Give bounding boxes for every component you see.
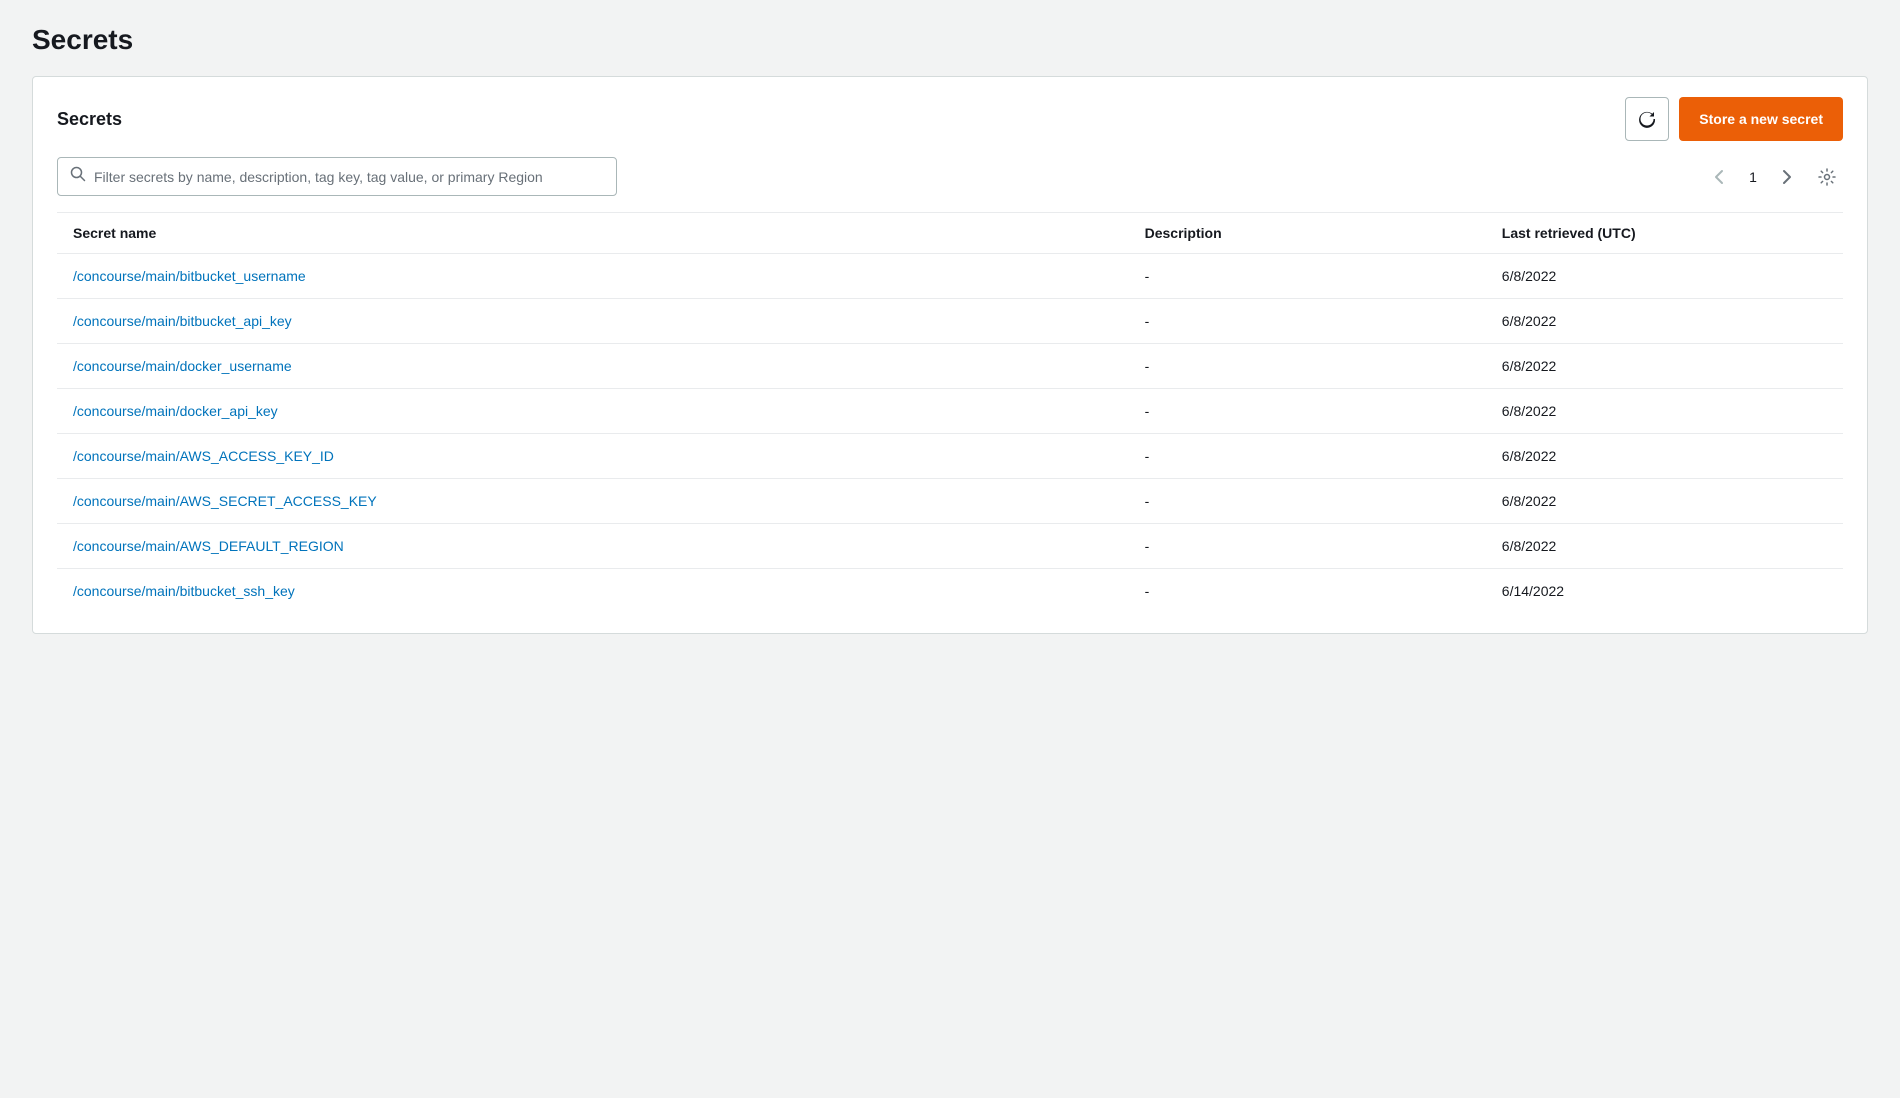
table-header: Secret name Description Last retrieved (… <box>57 213 1843 254</box>
header-actions: Store a new secret <box>1625 97 1843 141</box>
secret-name-cell: /concourse/main/AWS_ACCESS_KEY_ID <box>57 434 1129 479</box>
secret-last-retrieved-cell: 6/8/2022 <box>1486 344 1843 389</box>
pagination-current-page: 1 <box>1743 169 1763 185</box>
secret-name-link[interactable]: /concourse/main/AWS_SECRET_ACCESS_KEY <box>73 493 377 509</box>
secret-last-retrieved-cell: 6/14/2022 <box>1486 569 1843 614</box>
chevron-right-icon <box>1782 169 1792 185</box>
secret-name-cell: /concourse/main/bitbucket_username <box>57 254 1129 299</box>
secret-name-cell: /concourse/main/bitbucket_api_key <box>57 299 1129 344</box>
secret-description-cell: - <box>1129 299 1486 344</box>
table-settings-button[interactable] <box>1811 161 1843 193</box>
table-row: /concourse/main/docker_api_key -6/8/2022 <box>57 389 1843 434</box>
table-row: /concourse/main/AWS_DEFAULT_REGION -6/8/2… <box>57 524 1843 569</box>
secret-name-cell: /concourse/main/AWS_DEFAULT_REGION <box>57 524 1129 569</box>
secret-last-retrieved-cell: 6/8/2022 <box>1486 299 1843 344</box>
secret-name-link[interactable]: /concourse/main/AWS_ACCESS_KEY_ID <box>73 448 334 464</box>
secret-description-cell: - <box>1129 254 1486 299</box>
secret-name-link[interactable]: /concourse/main/bitbucket_ssh_key <box>73 583 295 599</box>
secret-description-cell: - <box>1129 434 1486 479</box>
search-input[interactable] <box>94 169 604 185</box>
table-row: /concourse/main/AWS_ACCESS_KEY_ID -6/8/20… <box>57 434 1843 479</box>
card-header: Secrets Store a new secret <box>57 97 1843 141</box>
card-title: Secrets <box>57 109 122 130</box>
secret-name-link[interactable]: /concourse/main/bitbucket_api_key <box>73 313 292 329</box>
secrets-table: Secret name Description Last retrieved (… <box>57 213 1843 613</box>
refresh-icon <box>1638 110 1656 128</box>
secret-last-retrieved-cell: 6/8/2022 <box>1486 524 1843 569</box>
gear-icon <box>1818 168 1836 186</box>
page-title: Secrets <box>32 24 1868 56</box>
search-input-wrapper <box>57 157 617 196</box>
store-secret-button[interactable]: Store a new secret <box>1679 97 1843 141</box>
secret-last-retrieved-cell: 6/8/2022 <box>1486 434 1843 479</box>
search-bar-row: 1 <box>57 157 1843 196</box>
secrets-card: Secrets Store a new secret <box>32 76 1868 634</box>
secret-name-link[interactable]: /concourse/main/AWS_DEFAULT_REGION <box>73 538 344 554</box>
secret-name-cell: /concourse/main/docker_api_key <box>57 389 1129 434</box>
table-row: /concourse/main/bitbucket_api_key -6/8/20… <box>57 299 1843 344</box>
table-row: /concourse/main/bitbucket_username -6/8/2… <box>57 254 1843 299</box>
col-header-name: Secret name <box>57 213 1129 254</box>
secret-name-link[interactable]: /concourse/main/docker_api_key <box>73 403 278 419</box>
pagination-next-button[interactable] <box>1771 161 1803 193</box>
table-row: /concourse/main/AWS_SECRET_ACCESS_KEY -6/… <box>57 479 1843 524</box>
refresh-button[interactable] <box>1625 97 1669 141</box>
chevron-left-icon <box>1714 169 1724 185</box>
secret-description-cell: - <box>1129 479 1486 524</box>
table-row: /concourse/main/docker_username -6/8/2022 <box>57 344 1843 389</box>
secret-last-retrieved-cell: 6/8/2022 <box>1486 254 1843 299</box>
secret-name-link[interactable]: /concourse/main/docker_username <box>73 358 292 374</box>
secret-last-retrieved-cell: 6/8/2022 <box>1486 479 1843 524</box>
pagination-controls: 1 <box>1703 161 1843 193</box>
secret-last-retrieved-cell: 6/8/2022 <box>1486 389 1843 434</box>
secret-description-cell: - <box>1129 344 1486 389</box>
pagination-prev-button[interactable] <box>1703 161 1735 193</box>
secret-description-cell: - <box>1129 569 1486 614</box>
col-header-description: Description <box>1129 213 1486 254</box>
secret-description-cell: - <box>1129 524 1486 569</box>
secret-name-cell: /concourse/main/bitbucket_ssh_key <box>57 569 1129 614</box>
secret-description-cell: - <box>1129 389 1486 434</box>
table-row: /concourse/main/bitbucket_ssh_key -6/14/2… <box>57 569 1843 614</box>
col-header-last-retrieved: Last retrieved (UTC) <box>1486 213 1843 254</box>
secret-name-cell: /concourse/main/docker_username <box>57 344 1129 389</box>
secret-name-link[interactable]: /concourse/main/bitbucket_username <box>73 268 306 284</box>
search-icon <box>70 166 86 187</box>
secret-name-cell: /concourse/main/AWS_SECRET_ACCESS_KEY <box>57 479 1129 524</box>
table-body: /concourse/main/bitbucket_username-6/8/2… <box>57 254 1843 614</box>
